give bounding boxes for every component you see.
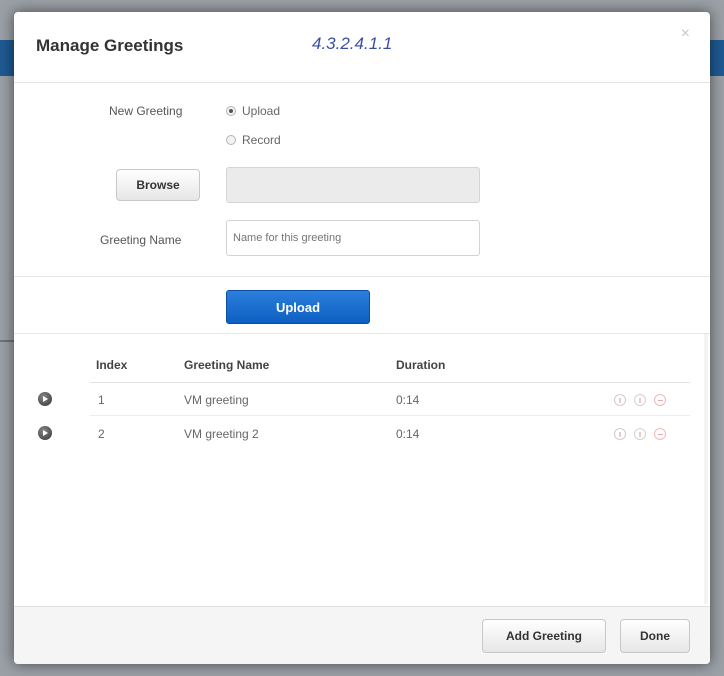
column-header-duration[interactable]: Duration <box>396 358 445 372</box>
play-icon[interactable] <box>38 426 52 440</box>
dialog-title: Manage Greetings <box>36 36 184 55</box>
row-1-index: 1 <box>98 393 105 407</box>
row-1-separator <box>90 415 690 416</box>
manage-greetings-dialog: Manage Greetings 4.3.2.4.1.1 × New Greet… <box>14 12 710 664</box>
browse-button[interactable]: Browse <box>116 169 200 201</box>
play-icon[interactable] <box>38 392 52 406</box>
done-button[interactable]: Done <box>620 619 690 653</box>
version-label: 4.3.2.4.1.1 <box>312 34 393 53</box>
download-icon[interactable] <box>614 428 626 440</box>
row-1-greeting-name: VM greeting <box>184 393 249 407</box>
radio-upload-label: Upload <box>242 104 281 118</box>
greeting-name-label: Greeting Name <box>100 233 182 247</box>
column-header-index[interactable]: Index <box>96 358 127 372</box>
row-2-greeting-name: VM greeting 2 <box>184 427 259 441</box>
radio-record-indicator[interactable] <box>226 135 236 145</box>
background-app-bar-right <box>710 40 724 76</box>
add-greeting-button[interactable]: Add Greeting <box>482 619 606 653</box>
background-app-bar-left <box>0 40 14 76</box>
dialog-footer: Add Greeting Done <box>14 606 710 664</box>
radio-record-label: Record <box>242 133 281 147</box>
radio-upload[interactable]: Upload <box>226 104 280 118</box>
radio-record[interactable]: Record <box>226 133 281 147</box>
radio-upload-indicator[interactable] <box>226 106 236 116</box>
row-1-duration: 0:14 <box>396 393 420 407</box>
dialog-header: Manage Greetings 4.3.2.4.1.1 × <box>14 12 710 83</box>
background-divider <box>0 340 14 342</box>
file-path-field[interactable] <box>226 167 480 203</box>
download-icon[interactable] <box>614 394 626 406</box>
new-greeting-label: New Greeting <box>109 104 183 118</box>
form-divider <box>14 276 710 277</box>
delete-icon[interactable] <box>654 428 666 440</box>
table-scrollbar[interactable] <box>704 334 708 604</box>
row-2-duration: 0:14 <box>396 427 420 441</box>
greeting-name-input[interactable] <box>226 220 480 256</box>
edit-icon[interactable] <box>634 394 646 406</box>
column-header-greeting-name[interactable]: Greeting Name <box>184 358 269 372</box>
row-2-index: 2 <box>98 427 105 441</box>
table-header-line <box>90 382 690 383</box>
delete-icon[interactable] <box>654 394 666 406</box>
table-divider <box>14 333 710 334</box>
upload-button[interactable]: Upload <box>226 290 370 324</box>
close-icon[interactable]: × <box>681 26 690 42</box>
edit-icon[interactable] <box>634 428 646 440</box>
